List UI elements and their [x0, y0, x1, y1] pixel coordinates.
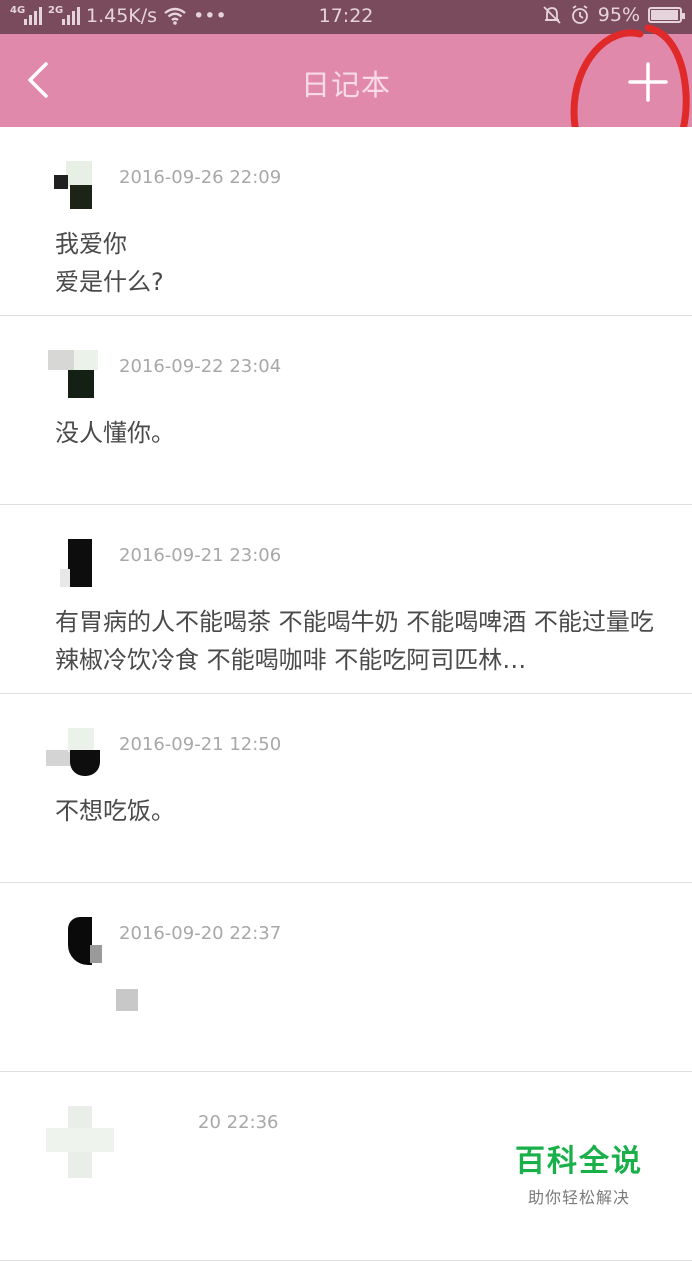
avatar	[46, 1106, 120, 1178]
diary-entry[interactable]: 2016-09-21 12:50 不想吃饭。	[0, 694, 692, 883]
alarm-clock-icon	[571, 5, 588, 24]
status-bar: 4G 2G 1.45K/s ••• 17:22 95%	[0, 0, 692, 34]
watermark-logo: 百科全说 助你轻松解决	[494, 1122, 664, 1222]
avatar	[46, 917, 138, 1011]
watermark-title: 百科全说	[515, 1144, 643, 1179]
diary-entry[interactable]: 2016-09-21 23:06 有胃病的人不能喝茶 不能喝牛奶 不能喝啤酒 不…	[0, 505, 692, 694]
entry-text: 有胃病的人不能喝茶 不能喝牛奶 不能喝啤酒 不能过量吃辣椒冷饮冷食 不能喝咖啡 …	[55, 608, 654, 674]
plus-icon	[628, 62, 668, 102]
bell-muted-icon	[543, 6, 561, 24]
avatar	[46, 350, 120, 404]
battery-percent: 95%	[597, 4, 640, 26]
diary-entry[interactable]: 2016-09-22 23:04 没人懂你。	[0, 316, 692, 505]
entry-date: 2016-09-26 22:09	[119, 167, 282, 188]
avatar	[46, 539, 120, 593]
page-title: 日记本	[300, 68, 391, 102]
entry-text: 没人懂你。	[55, 419, 175, 447]
entry-date: 2016-09-21 23:06	[119, 545, 282, 566]
nav-bar: 日记本	[0, 34, 692, 127]
status-right: 95%	[542, 4, 685, 26]
entry-date: 2016-09-22 23:04	[119, 356, 282, 377]
battery-fill	[651, 10, 678, 20]
battery-icon	[648, 7, 685, 23]
diary-entry[interactable]: 2016-09-20 22:37	[0, 883, 692, 1072]
entry-text: 我爱你 爱是什么?	[55, 230, 164, 296]
entry-text: 不想吃饭。	[55, 797, 175, 825]
entry-date: 2016-09-20 22:37	[119, 923, 282, 944]
add-entry-button[interactable]	[626, 60, 670, 104]
watermark-subtitle: 助你轻松解决	[527, 1188, 630, 1207]
entry-date: 2016-09-21 12:50	[119, 734, 282, 755]
avatar	[46, 161, 120, 215]
diary-entry[interactable]: 2016-09-26 22:09 我爱你 爱是什么?	[0, 127, 692, 316]
diary-list: 2016-09-26 22:09 我爱你 爱是什么? 2016-09-22 23…	[0, 127, 692, 1261]
entry-date: 20 22:36	[198, 1112, 279, 1133]
avatar	[46, 728, 120, 782]
